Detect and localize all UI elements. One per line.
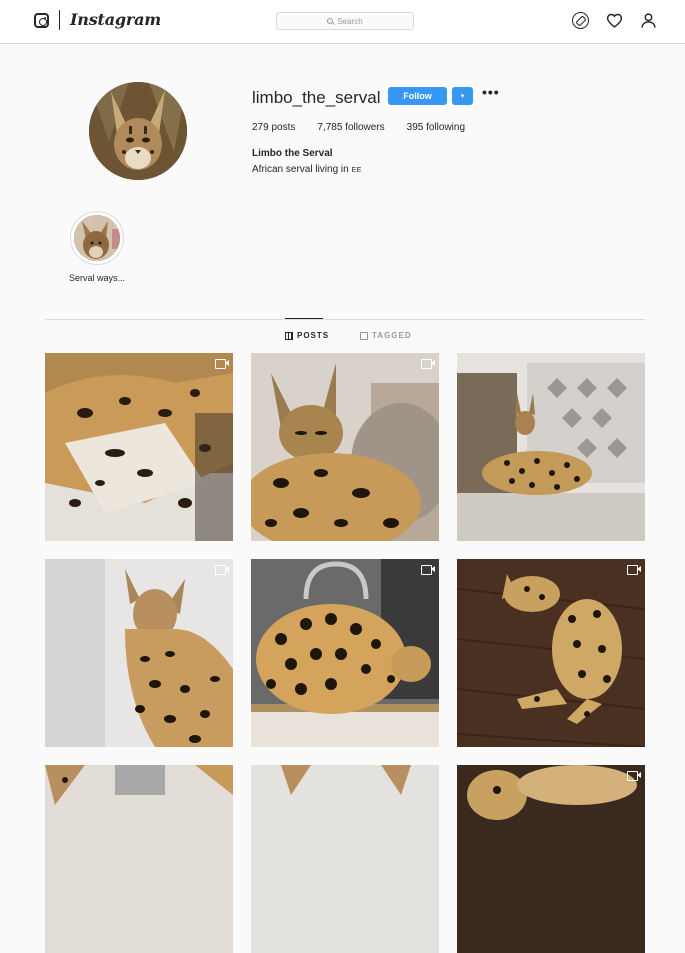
posts-count: 279 posts <box>252 122 296 133</box>
bio-text: African serval living in <box>252 164 352 175</box>
profile-bio: African serval living in EE <box>252 164 362 175</box>
post-thumbnail[interactable] <box>251 559 439 747</box>
highlight-label: Serval ways... <box>68 273 126 283</box>
post-thumbnail[interactable] <box>457 353 645 541</box>
tab-tagged-label: TAGGED <box>372 331 412 340</box>
post-thumbnail[interactable] <box>457 765 645 953</box>
followers-count[interactable]: 7,785 followers <box>317 122 384 133</box>
logo-divider <box>59 10 60 30</box>
instagram-wordmark[interactable]: Instagram <box>70 10 161 29</box>
follow-button[interactable]: Follow <box>388 87 447 105</box>
flag-icon: EE <box>351 167 362 174</box>
video-icon <box>215 358 229 369</box>
grid-icon <box>285 331 293 340</box>
compass-icon[interactable] <box>572 12 589 29</box>
top-nav: Instagram Search <box>0 0 685 44</box>
tab-posts[interactable]: POSTS <box>285 318 330 340</box>
video-icon <box>627 770 641 781</box>
instagram-logo-icon[interactable] <box>34 13 49 28</box>
post-thumbnail[interactable] <box>45 765 233 953</box>
profile-username: limbo_the_serval <box>252 88 381 107</box>
video-icon <box>421 564 435 575</box>
search-icon <box>327 18 334 24</box>
story-highlight[interactable]: Serval ways... <box>67 211 127 283</box>
search-placeholder: Search <box>337 16 363 26</box>
post-thumbnail[interactable] <box>45 559 233 747</box>
post-thumbnail[interactable] <box>251 765 439 953</box>
tagged-icon <box>360 331 368 340</box>
profile-full-name: Limbo the Serval <box>252 148 333 159</box>
post-thumbnail[interactable] <box>457 559 645 747</box>
post-thumbnail[interactable] <box>45 353 233 541</box>
tab-tagged[interactable]: TAGGED <box>360 331 412 340</box>
highlight-thumbnail <box>74 215 120 261</box>
highlight-ring <box>70 211 124 265</box>
user-icon[interactable] <box>640 12 657 29</box>
tab-posts-label: POSTS <box>297 331 330 340</box>
more-options-button[interactable]: ••• <box>482 84 500 100</box>
suggested-dropdown-button[interactable]: ▾ <box>452 87 473 105</box>
search-input[interactable]: Search <box>276 12 414 30</box>
profile-avatar[interactable] <box>89 82 187 180</box>
video-icon <box>627 564 641 575</box>
video-icon <box>215 564 229 575</box>
post-thumbnail[interactable] <box>251 353 439 541</box>
video-icon <box>421 358 435 369</box>
tabs-divider <box>45 319 645 320</box>
nav-icons <box>572 12 657 29</box>
following-count[interactable]: 395 following <box>407 122 465 133</box>
profile-stats: 279 posts 7,785 followers 395 following <box>252 122 487 133</box>
heart-icon[interactable] <box>606 12 623 29</box>
